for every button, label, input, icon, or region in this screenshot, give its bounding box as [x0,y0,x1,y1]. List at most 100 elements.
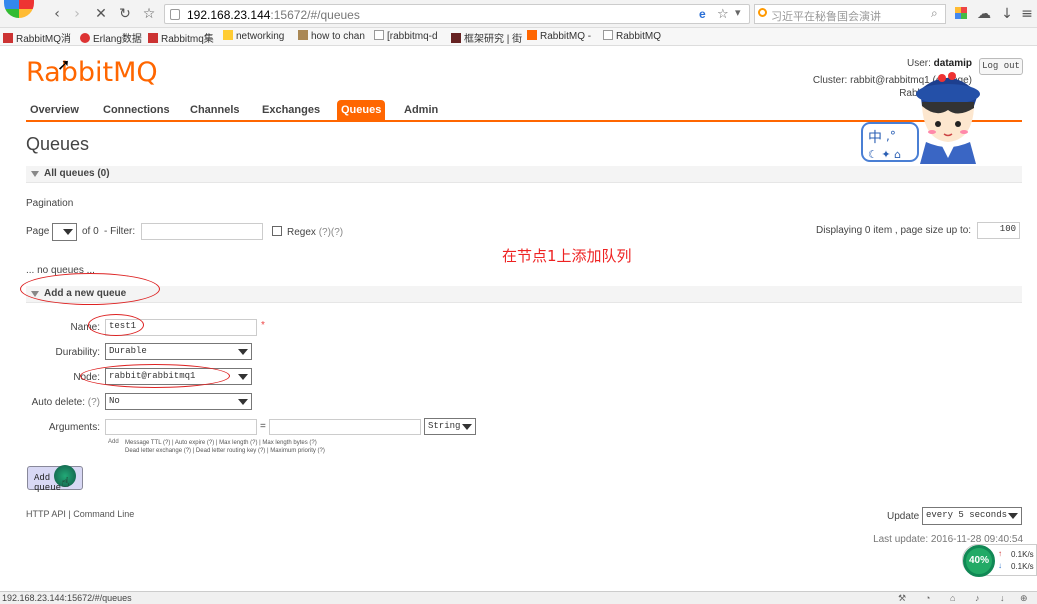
add-hint-label: Add [108,439,119,445]
equals-sign: = [260,421,266,432]
forward-icon[interactable]: › [68,5,86,23]
chevron-down-icon [238,374,248,380]
displaying-text: Displaying 0 item , page size up to: [816,225,972,236]
bookmark-icon [527,30,537,40]
bookmark-icon [80,33,90,43]
bookmark-icon [374,30,384,40]
name-label: Name: [70,322,100,333]
page-count-label: of 0 [82,226,99,237]
arguments-label: Arguments: [48,422,100,433]
svg-text:中: 中 [868,130,882,146]
tab-connections[interactable]: Connections [99,100,174,120]
argument-hints-line1[interactable]: Message TTL (?) | Auto expire (?) | Max … [125,439,325,447]
chevron-down-icon [238,399,248,405]
bookmark-icon [298,30,308,40]
tab-queues[interactable]: Queues [337,100,386,120]
tab-admin[interactable]: Admin [400,100,442,120]
network-speed-widget[interactable]: 40% ↑ 0.1K/s ↓ 0.1K/s [962,544,1037,577]
status-sound-icon[interactable]: ♪ [975,592,980,604]
http-api-link[interactable]: HTTP API [26,509,66,519]
all-queues-section-header[interactable]: All queues (0) [26,166,1022,183]
back-icon[interactable]: ‹ [48,5,66,23]
dropdown-icon[interactable]: ▾ [735,6,741,19]
home-icon[interactable]: ☆ [140,5,158,23]
menu-icon[interactable]: ≡ [1018,5,1036,23]
auto-delete-help-link[interactable]: (?) [88,397,100,408]
svg-text:,°: ,° [886,129,896,143]
stop-icon[interactable]: ✕ [92,5,110,23]
status-zoom-icon[interactable]: ⊕ [1020,592,1028,604]
required-marker: * [261,320,265,331]
footer-links: HTTP API | Command Line [26,509,135,519]
regex-help-link[interactable]: (?)(?) [319,227,343,238]
bookmark-item[interactable]: RabbitMQ - [527,30,591,42]
page-label: Page [26,226,50,237]
chevron-down-icon [63,229,73,235]
reload-icon[interactable]: ↻ [116,5,134,23]
bookmark-item[interactable]: how to chan [298,30,365,42]
search-engine-icon [758,8,767,17]
command-line-link[interactable]: Command Line [73,509,134,519]
speed-percent: 40% [963,545,995,577]
bookmark-item[interactable]: Rabbitmq集 [148,30,214,45]
bookmark-icon [3,33,13,43]
search-box[interactable]: 习近平在秘鲁国会演讲 ⌕ [754,4,946,24]
bookmark-item[interactable]: networking [223,30,284,42]
page-icon [170,9,180,20]
bookmarks-bar: RabbitMQ消 Erlang数据 Rabbitmq集 networking … [0,28,1037,46]
auto-delete-select[interactable]: No [105,393,252,410]
tab-exchanges[interactable]: Exchanges [258,100,324,120]
durability-select[interactable]: Durable [105,343,252,360]
argument-hints-line2[interactable]: Dead letter exchange (?) | Dead letter r… [125,447,325,455]
filter-label: - Filter: [104,226,136,237]
page-size-input[interactable]: 100 [977,222,1020,239]
upload-arrow-icon: ↑ [998,549,1002,558]
bookmark-icon [451,33,461,43]
rabbitmq-logo[interactable]: RabbitMQ [26,57,158,88]
download-icon[interactable]: ↓ [998,5,1016,23]
url-path: :15672/#/queues [270,8,360,22]
pagination-label: Pagination [26,198,74,209]
argument-key-input[interactable] [105,419,257,435]
address-bar[interactable]: 192.168.23.144:15672/#/queues e ☆ ▾ [164,4,750,24]
browser-toolbar: ‹ › ✕ ↻ ☆ 192.168.23.144:15672/#/queues … [0,0,1037,28]
logout-button[interactable]: Log out [979,58,1023,75]
status-tools-icon[interactable]: ⚒ [898,592,906,604]
annotation-text: 在节点1上添加队列 [502,247,632,265]
bookmark-icon [603,30,613,40]
star-icon[interactable]: ☆ [717,6,729,22]
update-interval-select[interactable]: every 5 seconds [922,507,1022,525]
update-label: Update [887,511,920,522]
svg-text:☾ ✦ ⌂: ☾ ✦ ⌂ [868,148,901,161]
mascot-sticker-icon: 中 ,° ☾ ✦ ⌂ [861,72,980,164]
status-download-icon[interactable]: ↓ [1000,592,1005,604]
bookmark-item[interactable]: RabbitMQ [603,30,661,42]
url-host: 192.168.23.144 [187,8,271,22]
cloud-icon[interactable]: ☁ [975,5,993,23]
download-arrow-icon: ↓ [998,561,1002,570]
page-select[interactable] [52,223,77,241]
argument-value-input[interactable] [269,419,421,435]
regex-label: Regex (?)(?) [287,227,344,238]
download-speed: 0.1K/s [1011,562,1034,571]
apps-icon[interactable] [955,7,967,19]
status-speed-icon[interactable]: ◔ [925,592,930,604]
bookmark-item[interactable]: [rabbitmq-d [374,30,438,42]
bookmark-item[interactable]: RabbitMQ消 [3,30,71,45]
upload-speed: 0.1K/s [1011,550,1034,559]
bookmark-item[interactable]: 框架研究 | 街 [451,30,522,45]
filter-input[interactable] [141,223,263,240]
search-icon[interactable]: ⌕ [931,6,938,21]
tab-overview[interactable]: Overview [26,100,83,120]
browser-logo-icon[interactable] [4,0,34,18]
argument-type-select[interactable]: String [424,418,476,435]
regex-checkbox[interactable] [272,226,282,236]
highlight-ellipse [88,314,144,336]
mouse-cursor-icon: ➚ [57,57,71,74]
status-trash-icon[interactable]: ⌂ [950,592,955,604]
highlight-ellipse [80,364,230,388]
add-queue-section-header[interactable]: Add a new queue [26,286,1022,303]
ie-compat-icon[interactable]: e [699,7,706,21]
bookmark-item[interactable]: Erlang数据 [80,30,142,45]
tab-channels[interactable]: Channels [186,100,244,120]
